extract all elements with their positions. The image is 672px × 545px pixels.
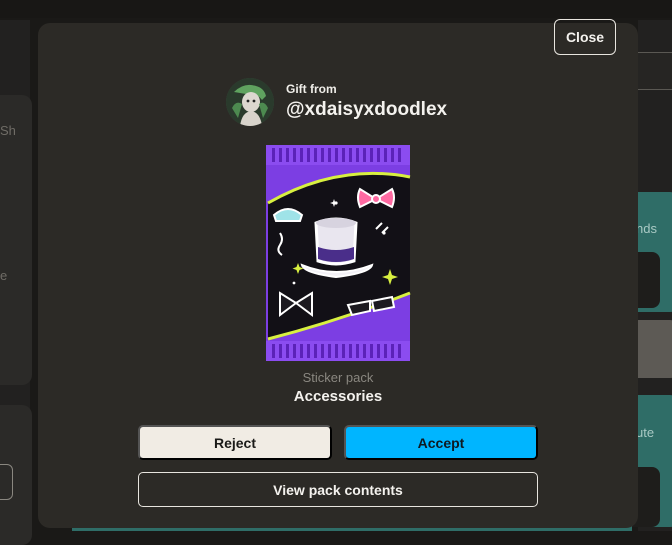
- sticker-pack-image: [264, 143, 412, 363]
- pack-type-label: Sticker pack: [302, 370, 374, 385]
- view-pack-contents-button[interactable]: View pack contents: [138, 472, 538, 507]
- accept-button[interactable]: Accept: [344, 425, 538, 460]
- pack-name: Accessories: [293, 388, 383, 405]
- sender-username[interactable]: @xdaisyxdoodlex: [286, 98, 447, 122]
- background-peek-text: Sh: [0, 123, 16, 138]
- background-peek-text: ute: [636, 425, 655, 440]
- gift-from-label: Gift from: [286, 82, 337, 96]
- background-left-panel: [0, 95, 32, 385]
- gift-sender-info: Gift from @xdaisyxdoodlex: [286, 82, 447, 122]
- background-peek-text: e: [0, 268, 8, 283]
- background-peek-text: nds: [636, 221, 657, 236]
- close-button[interactable]: Close: [554, 19, 616, 55]
- reject-button[interactable]: Reject: [138, 425, 332, 460]
- gift-header: Gift from @xdaisyxdoodlex: [226, 77, 447, 127]
- avatar[interactable]: [226, 78, 274, 126]
- background-left-button: [0, 464, 13, 500]
- gift-modal: Close Gift from @xdaisyxdoodlex Sticker …: [38, 19, 638, 528]
- background-topbar: [0, 0, 672, 18]
